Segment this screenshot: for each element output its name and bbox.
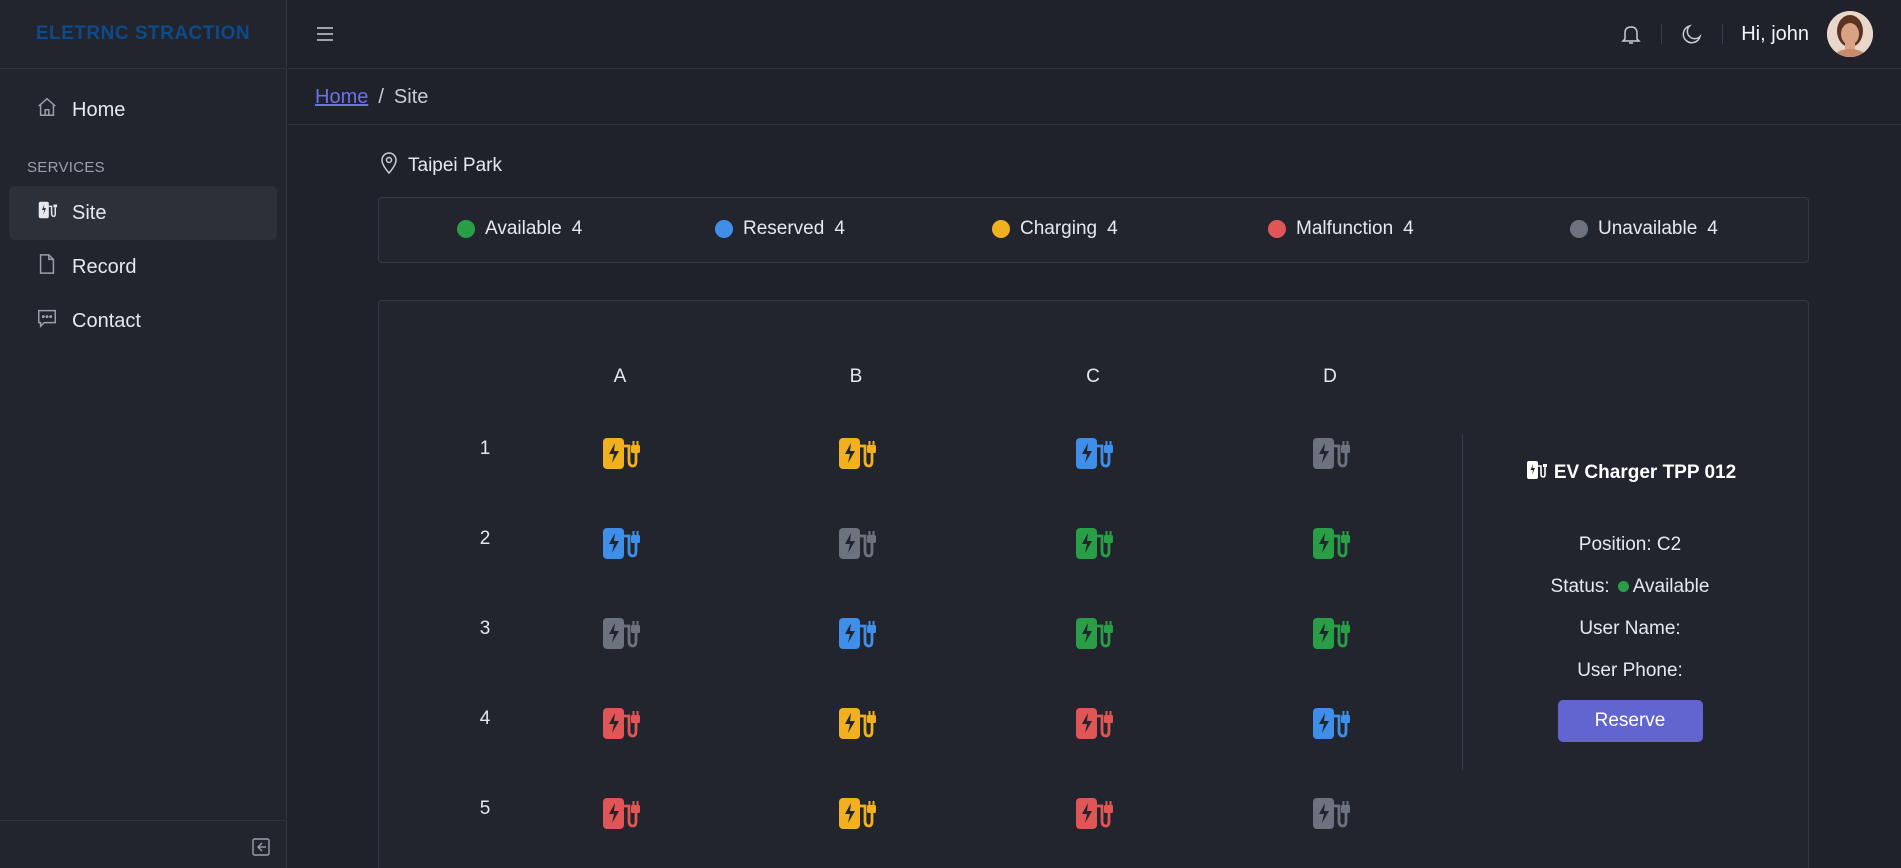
ev-charger-icon[interactable] bbox=[836, 613, 876, 653]
sidebar-item-label: Site bbox=[72, 201, 107, 224]
menu-toggle-icon[interactable] bbox=[313, 22, 337, 46]
legend-count: 4 bbox=[571, 218, 583, 239]
ev-charger-icon[interactable] bbox=[1073, 793, 1113, 833]
legend-count: 4 bbox=[834, 218, 845, 239]
charger-detail: EV Charger TPP 012 Position: C2 Status: A… bbox=[1470, 458, 1790, 742]
legend-label: Unavailable bbox=[1598, 218, 1698, 239]
sidebar-item-label: Home bbox=[72, 98, 126, 121]
ev-charger-icon[interactable] bbox=[600, 613, 640, 653]
document-icon bbox=[36, 253, 58, 281]
ev-charger-icon[interactable] bbox=[836, 793, 876, 833]
top-header: Hi, john bbox=[288, 0, 1901, 69]
status-legend: Available 4 Reserved 4 Charging 4 Malfun… bbox=[378, 197, 1809, 263]
legend-count: 4 bbox=[1403, 218, 1414, 239]
status-dot bbox=[1617, 581, 1629, 593]
grid-column-label: D bbox=[1323, 366, 1337, 387]
ev-charger-icon bbox=[1524, 458, 1548, 488]
detail-title-text: EV Charger TPP 012 bbox=[1553, 462, 1737, 483]
ev-charger-icon[interactable] bbox=[1310, 703, 1350, 743]
breadcrumb: Home / Site bbox=[288, 70, 1901, 125]
ev-charger-icon[interactable] bbox=[1310, 793, 1350, 833]
site-location: Taipei Park bbox=[380, 152, 502, 180]
ev-charger-icon bbox=[36, 199, 58, 227]
avatar[interactable] bbox=[1827, 11, 1873, 57]
status-dot bbox=[992, 220, 1010, 238]
legend-unavailable[interactable]: Unavailable 4 bbox=[1570, 218, 1718, 240]
notification-bell-icon[interactable] bbox=[1619, 22, 1643, 46]
app-logo[interactable]: ELETRNC STRACTION bbox=[0, 0, 286, 69]
detail-user-name: User Name: bbox=[1470, 618, 1790, 640]
ev-charger-icon[interactable] bbox=[1310, 613, 1350, 653]
grid-row-label: 4 bbox=[479, 708, 491, 729]
sidebar-item-label: Contact bbox=[72, 309, 141, 332]
grid-row-label: 3 bbox=[479, 618, 491, 639]
legend-label: Charging bbox=[1020, 218, 1098, 239]
sidebar: ELETRNC STRACTION Home SERVICES Site Rec… bbox=[0, 0, 287, 868]
ev-charger-icon[interactable] bbox=[1073, 523, 1113, 563]
position-label: Position: bbox=[1578, 534, 1652, 555]
ev-charger-icon[interactable] bbox=[600, 703, 640, 743]
user-greeting: Hi, john bbox=[1741, 22, 1809, 45]
ev-charger-icon[interactable] bbox=[836, 433, 876, 473]
ev-charger-icon[interactable] bbox=[600, 433, 640, 473]
legend-count: 4 bbox=[1107, 218, 1118, 239]
header-divider bbox=[1722, 24, 1724, 44]
grid-row-label: 2 bbox=[479, 528, 491, 549]
sidebar-footer bbox=[0, 820, 287, 868]
grid-column-label: C bbox=[1086, 366, 1100, 387]
legend-reserved[interactable]: Reserved 4 bbox=[715, 218, 845, 240]
site-name: Taipei Park bbox=[408, 155, 502, 176]
user-phone-label: User Phone: bbox=[1577, 660, 1683, 681]
location-pin-icon bbox=[380, 152, 398, 180]
ev-charger-icon[interactable] bbox=[1310, 523, 1350, 563]
grid-column-label: A bbox=[613, 366, 627, 387]
sidebar-item-home[interactable]: Home bbox=[9, 83, 277, 137]
legend-available[interactable]: Available 4 bbox=[457, 218, 582, 240]
collapse-sidebar-icon[interactable] bbox=[251, 837, 271, 857]
breadcrumb-current: Site bbox=[393, 85, 429, 108]
grid-column-label: B bbox=[849, 366, 863, 387]
sidebar-item-label: Record bbox=[72, 255, 137, 278]
ev-charger-icon[interactable] bbox=[836, 703, 876, 743]
ev-charger-icon[interactable] bbox=[836, 523, 876, 563]
legend-label: Reserved bbox=[743, 218, 825, 239]
status-dot bbox=[1570, 220, 1588, 238]
detail-divider bbox=[1462, 434, 1463, 770]
status-value: Available bbox=[1632, 576, 1710, 597]
legend-count: 4 bbox=[1707, 218, 1718, 239]
dark-mode-moon-icon[interactable] bbox=[1680, 22, 1704, 46]
status-label: Status: bbox=[1550, 576, 1610, 597]
breadcrumb-separator: / bbox=[378, 85, 384, 108]
position-value: C2 bbox=[1656, 534, 1682, 555]
detail-user-phone: User Phone: bbox=[1470, 660, 1790, 682]
ev-charger-icon[interactable] bbox=[1310, 433, 1350, 473]
sidebar-item-record[interactable]: Record bbox=[9, 240, 277, 294]
sidebar-item-contact[interactable]: Contact bbox=[9, 294, 277, 348]
ev-charger-icon[interactable] bbox=[1073, 613, 1113, 653]
detail-title: EV Charger TPP 012 bbox=[1470, 458, 1790, 488]
grid-row-label: 1 bbox=[479, 438, 491, 459]
legend-label: Malfunction bbox=[1296, 218, 1394, 239]
detail-status: Status: Available bbox=[1470, 576, 1790, 598]
ev-charger-icon[interactable] bbox=[600, 793, 640, 833]
status-dot bbox=[457, 220, 475, 238]
ev-charger-icon[interactable] bbox=[600, 523, 640, 563]
status-dot bbox=[1268, 220, 1286, 238]
ev-charger-icon[interactable] bbox=[1073, 433, 1113, 473]
header-divider bbox=[1661, 24, 1663, 44]
sidebar-item-site[interactable]: Site bbox=[9, 186, 277, 240]
legend-label: Available bbox=[485, 218, 562, 239]
chat-icon bbox=[36, 307, 58, 335]
sidebar-section-services: SERVICES bbox=[27, 159, 105, 176]
grid-row-label: 5 bbox=[479, 798, 491, 819]
detail-position: Position: C2 bbox=[1470, 534, 1790, 556]
reserve-button[interactable]: Reserve bbox=[1557, 700, 1703, 742]
legend-charging[interactable]: Charging 4 bbox=[992, 218, 1118, 240]
breadcrumb-home-link[interactable]: Home bbox=[315, 86, 368, 109]
status-dot bbox=[715, 220, 733, 238]
user-name-label: User Name: bbox=[1579, 618, 1681, 639]
legend-malfunction[interactable]: Malfunction 4 bbox=[1268, 218, 1414, 240]
ev-charger-icon[interactable] bbox=[1073, 703, 1113, 743]
home-icon bbox=[36, 96, 58, 124]
